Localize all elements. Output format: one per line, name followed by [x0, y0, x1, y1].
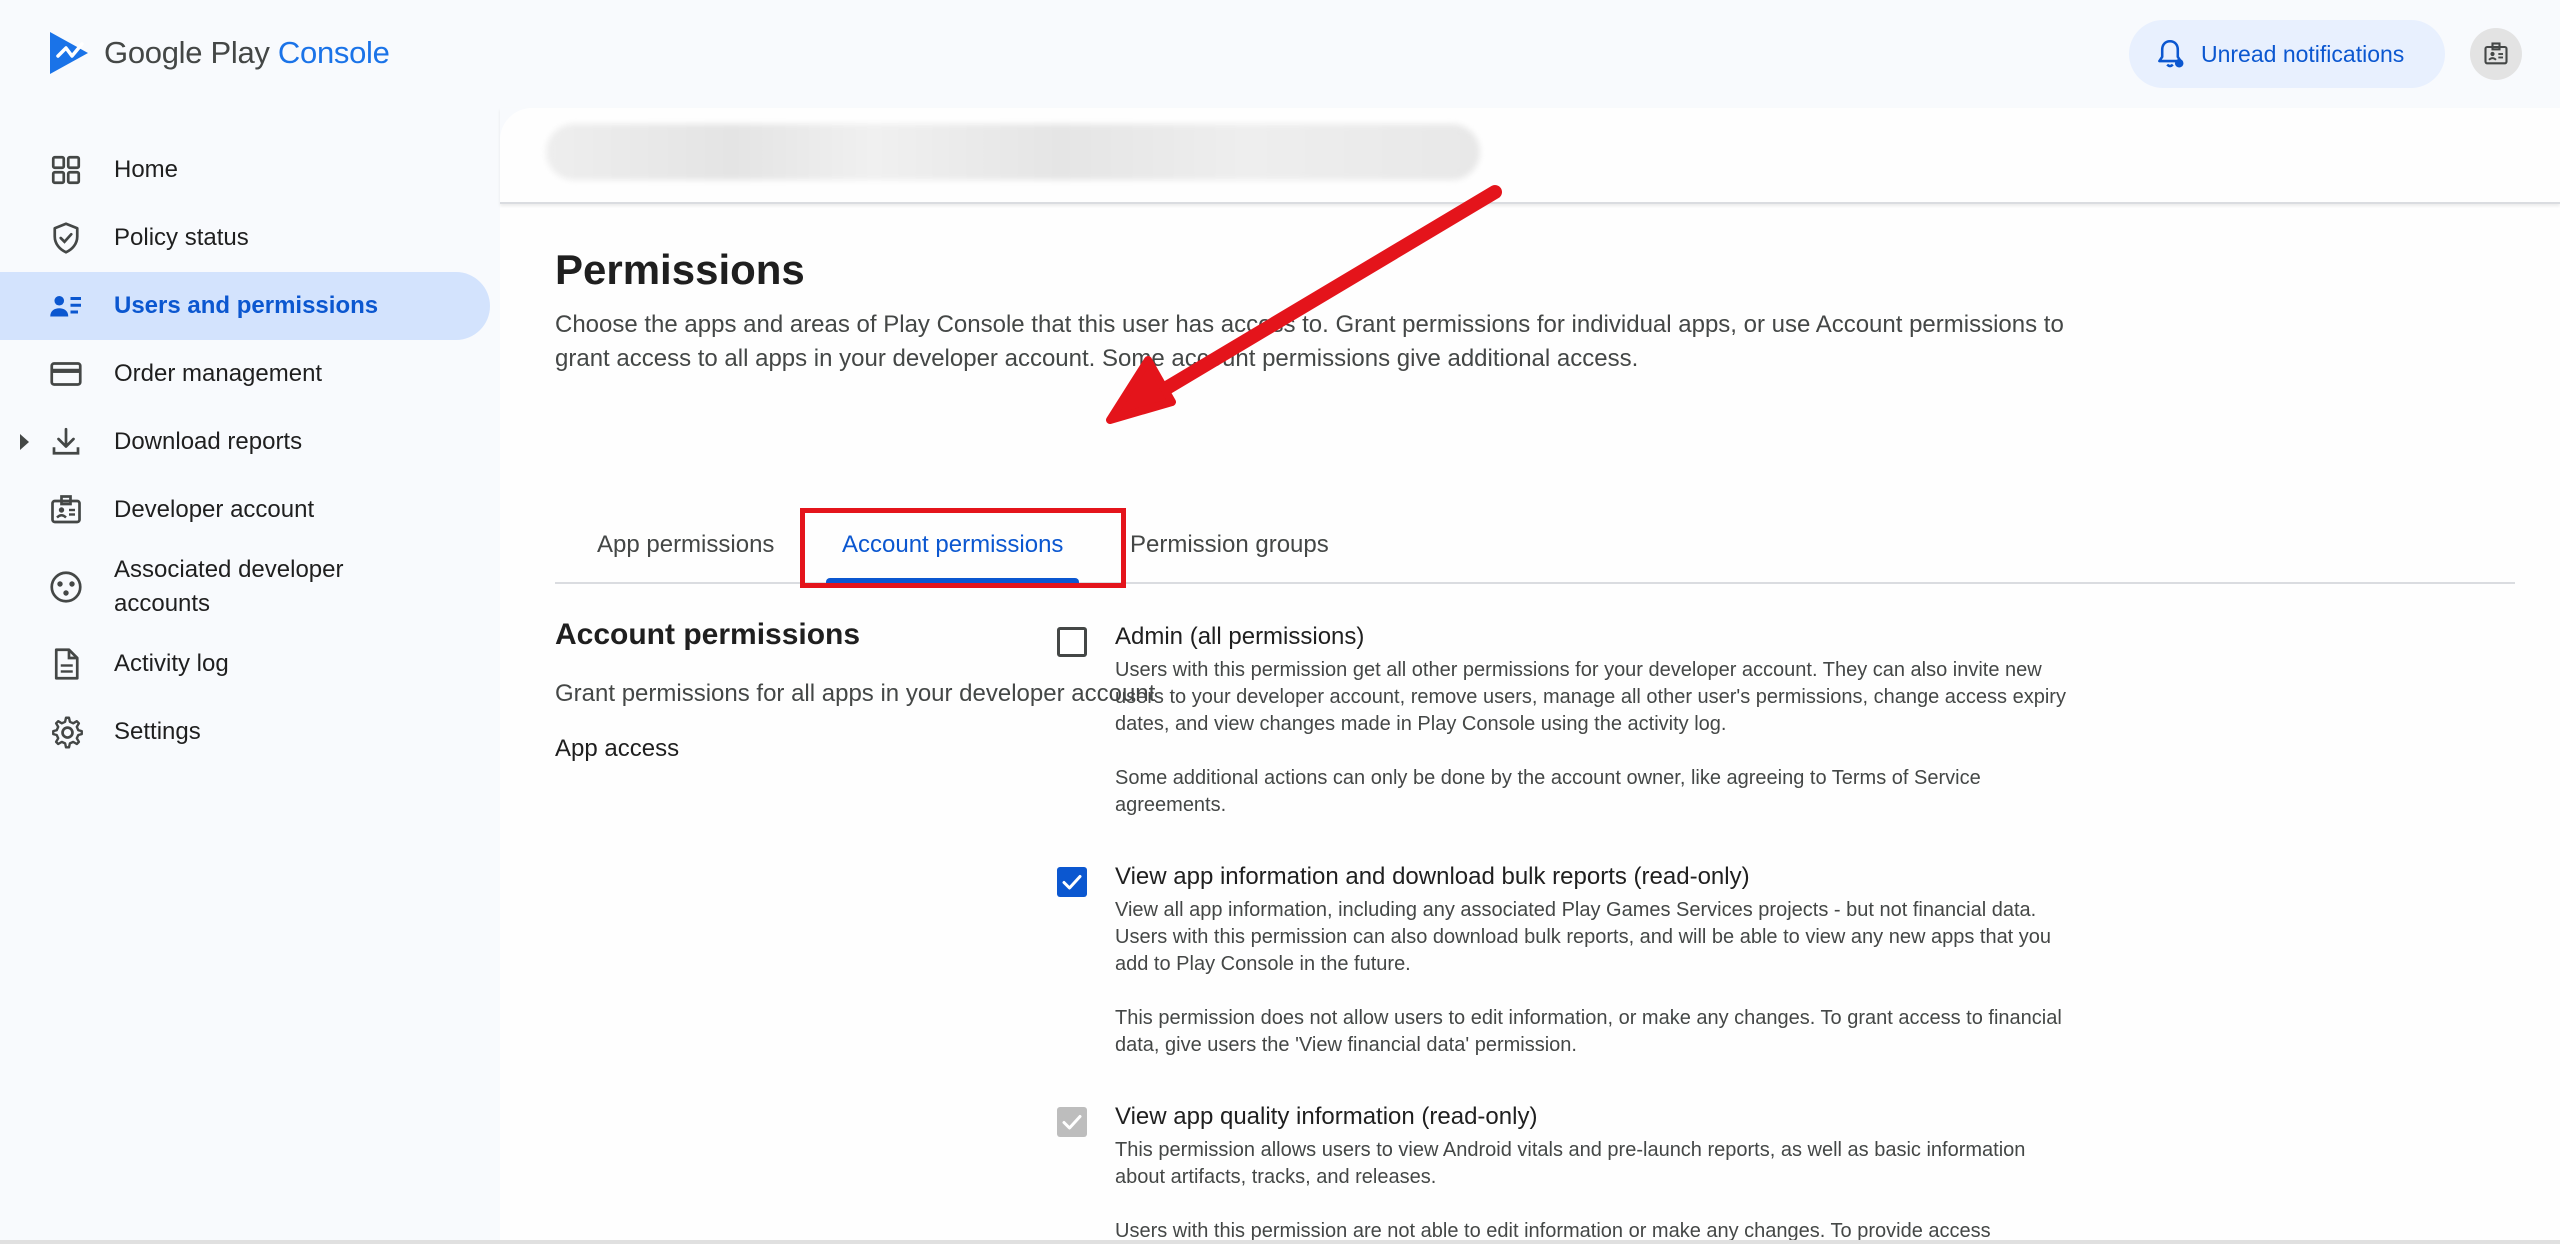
gear-icon — [48, 714, 84, 750]
grid-icon — [48, 152, 84, 188]
sidebar-item-label: Order management — [114, 360, 323, 387]
sidebar-item-label: Settings — [114, 718, 201, 745]
linked-accounts-icon — [48, 569, 84, 605]
section-subtitle: Grant permissions for all apps in your d… — [555, 680, 1156, 707]
sidebar-item-policy-status[interactable]: Policy status — [0, 204, 500, 272]
shield-check-icon — [48, 220, 84, 256]
sidebar: Home Policy status Users and permissions… — [0, 136, 500, 766]
download-icon — [48, 424, 84, 460]
id-badge-icon — [2484, 42, 2508, 65]
expand-arrow-icon[interactable] — [20, 434, 29, 450]
sidebar-item-label: Associated developer accounts — [114, 556, 344, 617]
sidebar-item-download-reports[interactable]: Download reports — [0, 408, 500, 476]
page-title: Permissions — [555, 246, 805, 293]
play-console-logo[interactable]: Google Play Console — [48, 30, 390, 76]
sidebar-item-settings[interactable]: Settings — [0, 698, 500, 766]
notifications-label: Unread notifications — [2201, 40, 2405, 67]
sidebar-item-users-and-permissions[interactable]: Users and permissions — [0, 272, 490, 340]
tab-app-permissions[interactable]: App permissions — [597, 508, 774, 582]
unread-notifications-button[interactable]: Unread notifications — [2129, 20, 2445, 88]
account-button[interactable] — [2470, 28, 2522, 80]
annotation-highlight-box — [800, 508, 1126, 588]
section-title: Account permissions — [555, 618, 861, 651]
bottom-divider — [0, 1240, 2560, 1244]
sidebar-item-order-management[interactable]: Order management — [0, 340, 500, 408]
sidebar-item-label: Activity log — [114, 650, 229, 677]
checkmark-icon — [1062, 875, 1082, 890]
id-badge-icon — [48, 492, 84, 528]
permission-title: Admin (all permissions) — [1115, 623, 1365, 650]
tab-permission-groups[interactable]: Permission groups — [1130, 508, 1329, 582]
permission-description: Users with this permission get all other… — [1115, 659, 2066, 816]
checkmark-icon — [1062, 1115, 1082, 1130]
page-description: Choose the apps and areas of Play Consol… — [555, 311, 2064, 372]
permission-description: View all app information, including any … — [1115, 899, 2062, 1056]
app-selector-header — [500, 108, 2560, 204]
document-icon — [48, 646, 84, 682]
redacted-app-info — [546, 124, 1480, 180]
main-content: Permissions Choose the apps and areas of… — [500, 108, 2560, 1244]
users-list-icon — [48, 288, 84, 324]
sidebar-item-label: Policy status — [114, 224, 249, 251]
top-bar: Google Play Console Unread notifications — [0, 0, 2560, 108]
permission-title: View app quality information (read-only) — [1115, 1103, 1538, 1130]
permission-description: This permission allows users to view And… — [1115, 1139, 2026, 1242]
sidebar-item-activity-log[interactable]: Activity log — [0, 630, 500, 698]
sidebar-item-home[interactable]: Home — [0, 136, 500, 204]
credit-card-icon — [48, 356, 84, 392]
sidebar-item-developer-account[interactable]: Developer account — [0, 476, 500, 544]
view-app-information-checkbox[interactable] — [1057, 867, 1087, 897]
view-app-quality-checkbox[interactable] — [1057, 1107, 1087, 1137]
sidebar-item-label: Download reports — [114, 428, 303, 455]
sidebar-item-label: Users and permissions — [114, 292, 379, 319]
bell-icon — [2158, 39, 2184, 68]
admin-checkbox[interactable] — [1057, 627, 1087, 657]
permission-title: View app information and download bulk r… — [1115, 863, 1750, 890]
app-access-label: App access — [555, 735, 680, 762]
brand-name: Google Play Console — [104, 35, 390, 70]
sidebar-item-associated-developer-accounts[interactable]: Associated developer accounts — [0, 544, 500, 630]
sidebar-item-label: Home — [114, 156, 179, 183]
play-console-logo-icon — [50, 32, 88, 74]
sidebar-item-label: Developer account — [114, 496, 315, 523]
